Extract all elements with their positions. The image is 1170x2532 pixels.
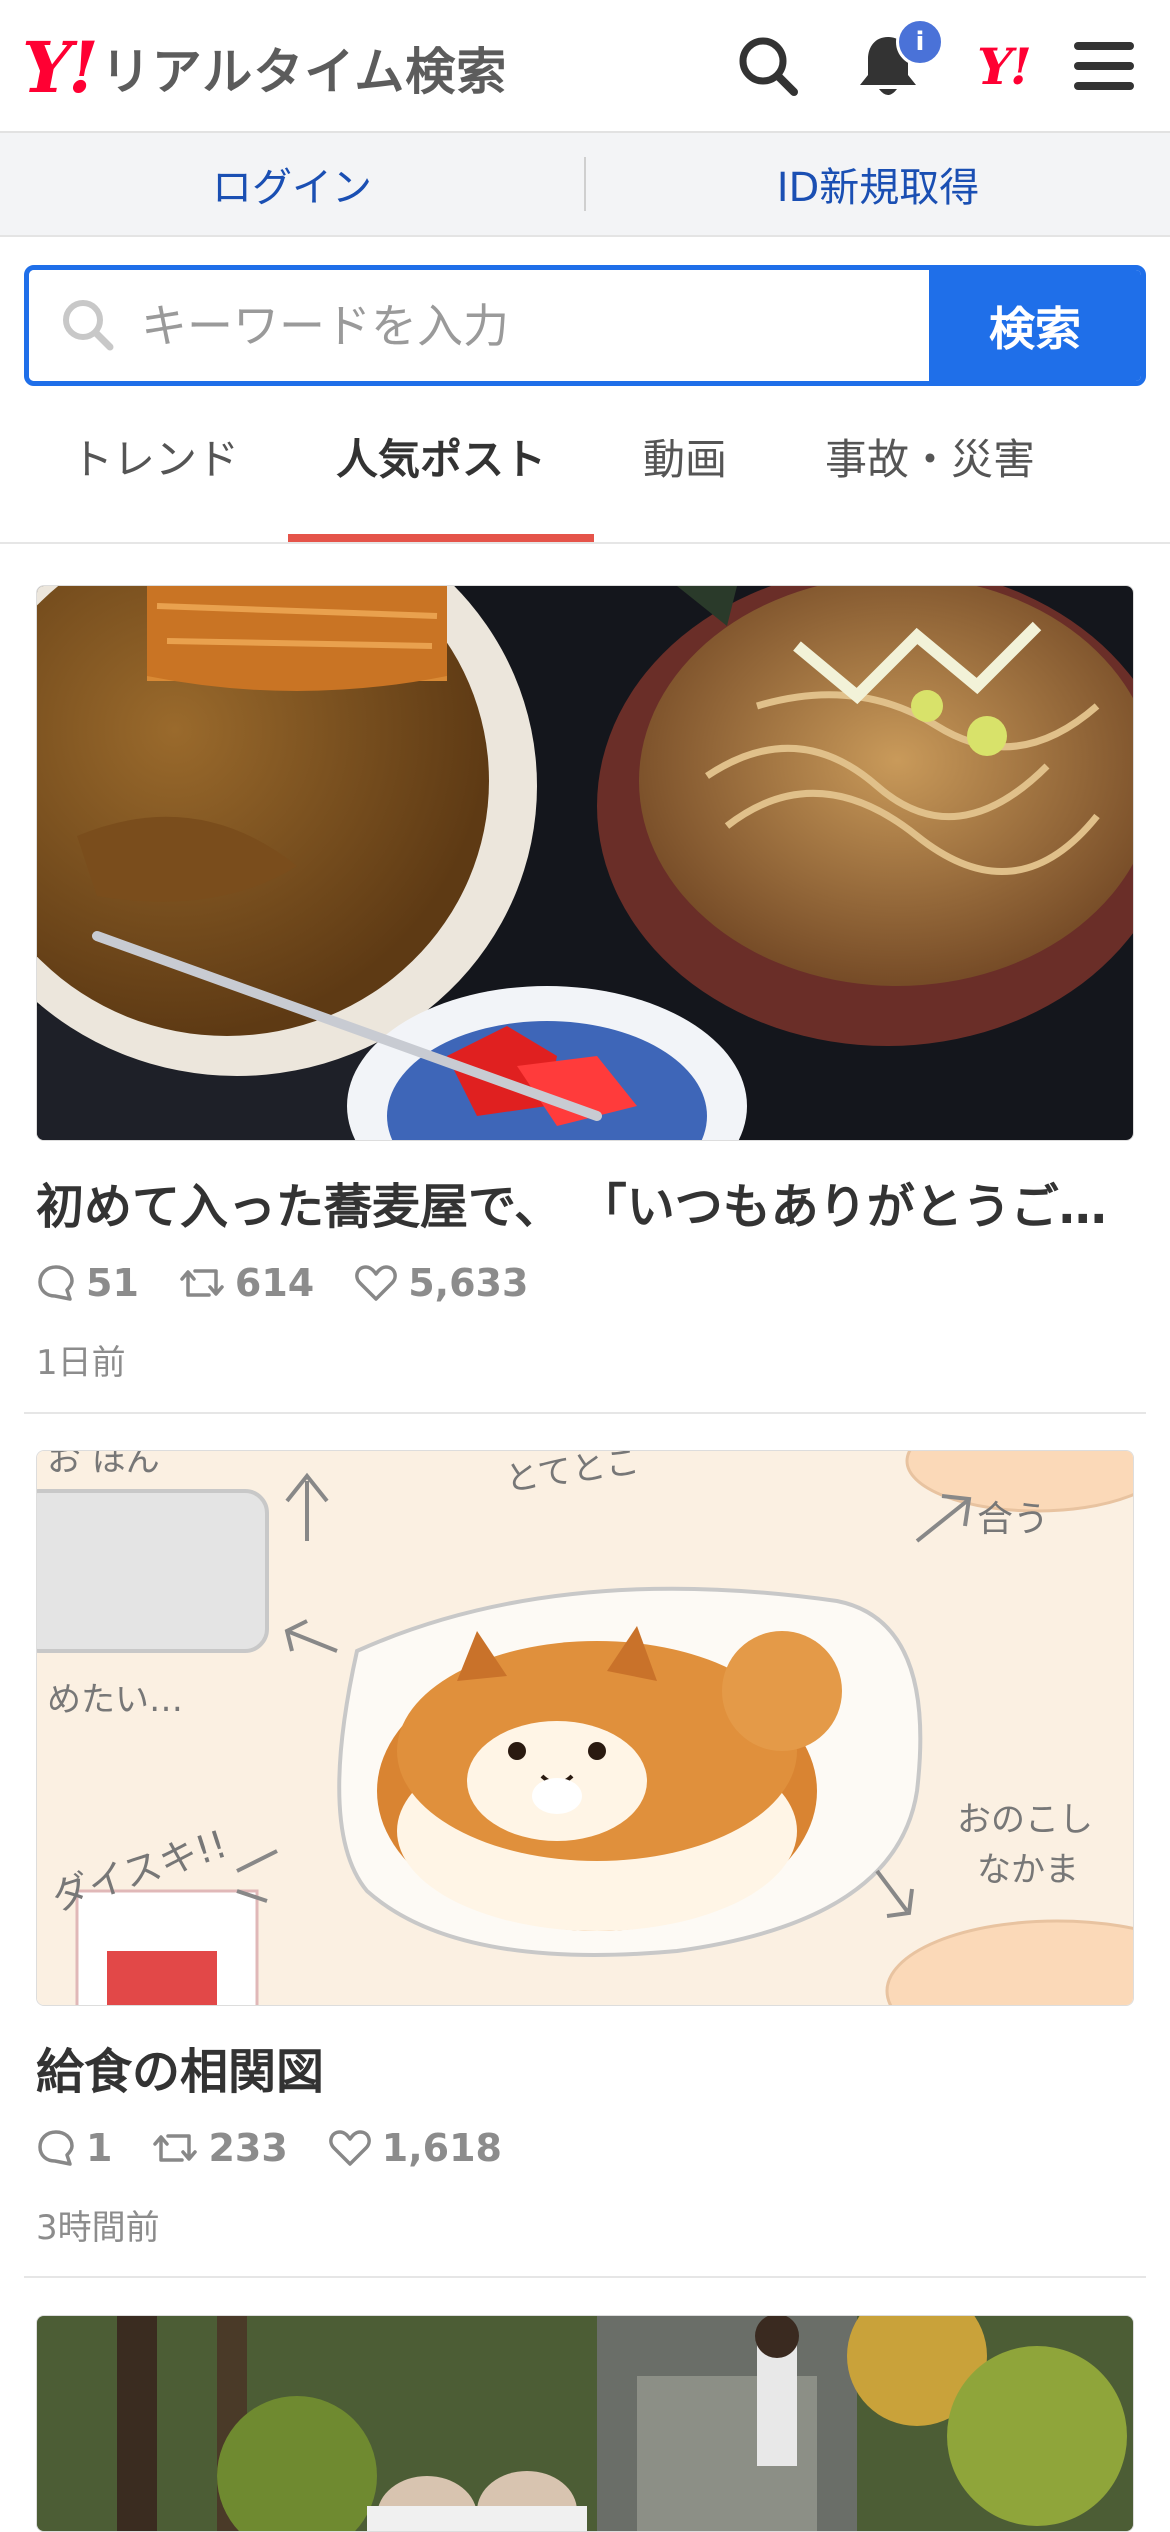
search-icon[interactable] [730,28,806,104]
app-header: Y! リアルタイム検索 i Y! [0,0,1170,133]
image-text: 合う [977,1499,1049,1540]
post-title[interactable]: 初めて入った蕎麦屋で、 「いつもありがとうご… [36,1167,1116,1237]
yahoo-japan-icon[interactable]: Y! [965,28,1041,104]
like-count[interactable]: 1,618 [328,2126,502,2170]
post-image-illustration[interactable]: お ほん とてとこ 合う めたい… ダイスキ!! おのこし なかま [36,1450,1134,2006]
image-text: なかま [977,1850,1079,1890]
tab-video[interactable]: 動画 [600,426,770,526]
like-count[interactable]: 5,633 [354,1261,528,1305]
search-form: 検索 [24,265,1146,386]
post-stats: 51 614 5,633 [36,1261,1134,1305]
heart-icon [328,2130,371,2166]
like-count-value: 1,618 [381,2126,502,2170]
tab-accident-disaster[interactable]: 事故・災害 [790,426,1070,526]
repost-icon [153,2134,198,2162]
post-image-photo[interactable] [36,2315,1134,2532]
image-text: お ほん [47,1451,160,1480]
logo-title: リアルタイム検索 [100,43,508,101]
yahoo-japan-mark: Y! [977,36,1032,96]
heart-icon [355,1265,398,1301]
reply-icon [38,1265,74,1301]
notification-badge: i [896,18,944,66]
image-text: おのこし [957,1800,1093,1840]
post-divider [24,2276,1146,2278]
post-timestamp: 1日前 [36,1343,126,1383]
search-area: 検索 [0,237,1170,386]
search-field-icon [59,296,115,356]
login-link[interactable]: ログイン [0,155,584,213]
post-stats: 1 233 1,618 [36,2126,1134,2170]
notification-bell-icon[interactable]: i [850,18,944,104]
like-count-value: 5,633 [408,1261,529,1305]
search-input[interactable] [141,298,901,353]
signup-link[interactable]: ID新規取得 [586,155,1170,213]
tab-trend[interactable]: トレンド [40,426,270,526]
search-field-wrapper [29,270,929,381]
reply-count[interactable]: 1 [36,2126,112,2170]
repost-count[interactable]: 233 [152,2126,288,2170]
image-text: めたい… [47,1680,183,1720]
post-card[interactable]: お ほん とてとこ 合う めたい… ダイスキ!! おのこし なかま 給食の相関図… [36,1450,1134,2249]
category-tabs: トレンド 人気ポスト 動画 事故・災害 [0,386,1170,544]
post-timestamp: 3時間前 [36,2208,160,2248]
account-bar: ログイン ID新規取得 [0,133,1170,237]
yahoo-logo-mark: Y! [22,26,99,109]
reply-count-value: 1 [86,2126,113,2170]
yahoo-realtime-logo[interactable]: Y! リアルタイム検索 [22,28,507,108]
hamburger-menu-icon[interactable] [1066,28,1142,104]
tab-popular-posts[interactable]: 人気ポスト [288,426,594,542]
post-divider [24,1412,1146,1414]
post-card[interactable] [36,2315,1134,2532]
repost-count-value: 233 [208,2126,288,2170]
reply-count[interactable]: 51 [36,1261,139,1305]
repost-count[interactable]: 614 [179,1261,314,1305]
post-image-food[interactable] [36,585,1134,1141]
reply-icon [38,2130,74,2166]
search-button[interactable]: 検索 [929,270,1141,381]
post-title[interactable]: 給食の相関図 [36,2032,1116,2102]
post-card[interactable]: 初めて入った蕎麦屋で、 「いつもありがとうご… 51 614 5,633 1日前 [36,585,1134,1384]
repost-count-value: 614 [234,1261,315,1305]
reply-count-value: 51 [86,1261,139,1305]
repost-icon [180,1269,224,1297]
